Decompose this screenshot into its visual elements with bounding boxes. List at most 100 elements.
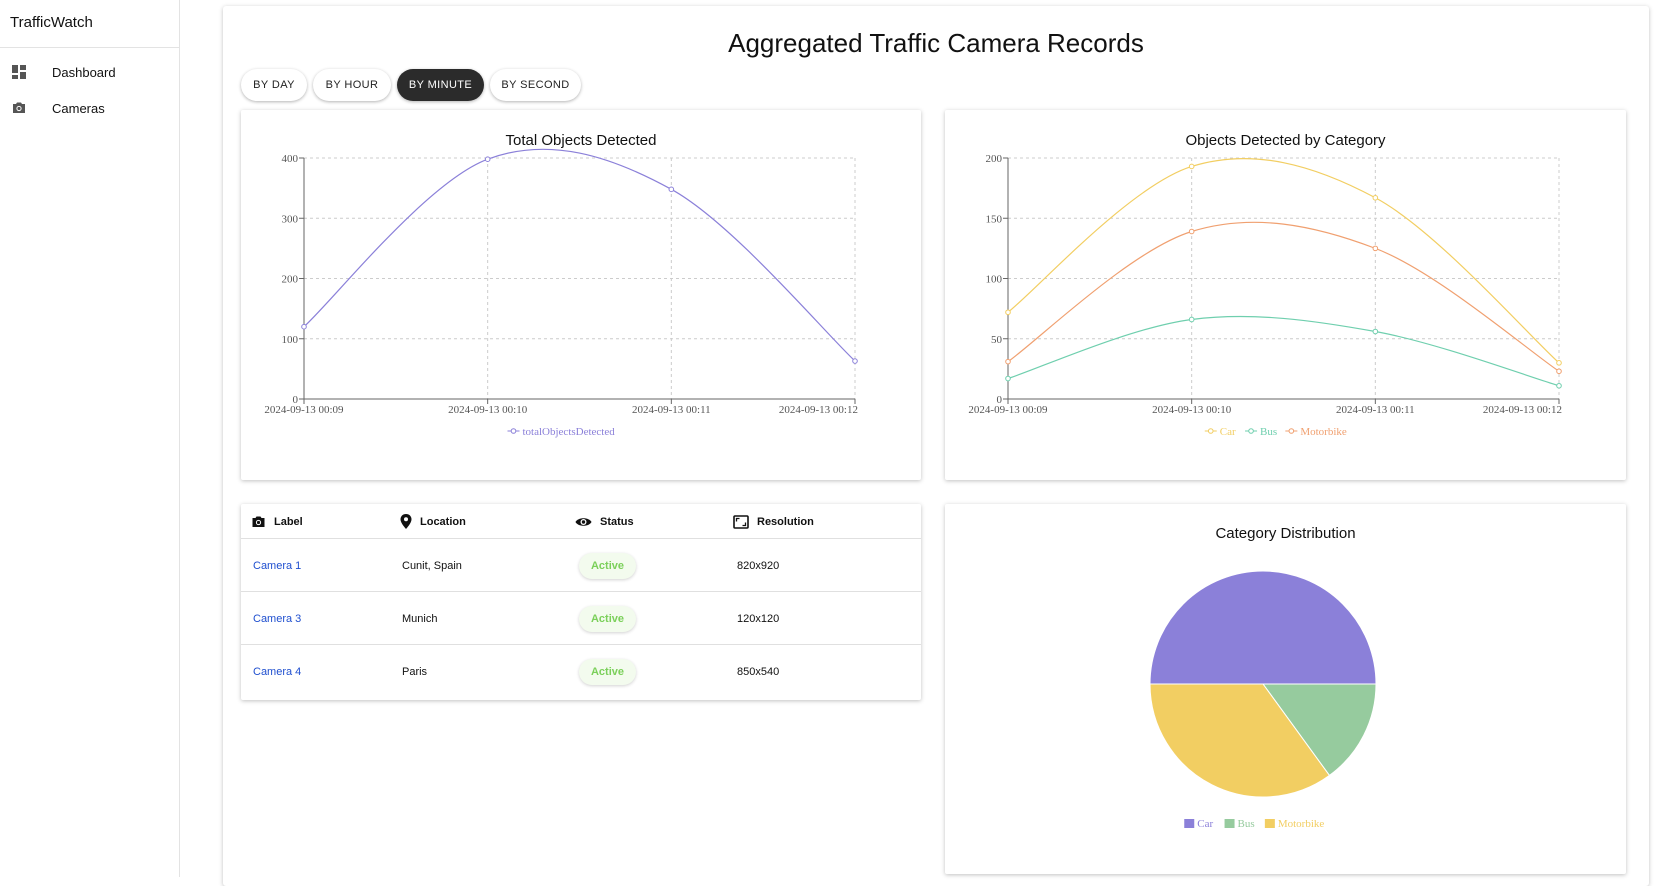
filter-by-second-button[interactable]: BY SECOND bbox=[490, 69, 581, 101]
objects-by-category-card: Objects Detected by Category 0 50 100 150 20… bbox=[945, 110, 1626, 480]
camera-resolution: 850x540 bbox=[737, 665, 780, 678]
legend-label: Bus bbox=[1238, 818, 1255, 830]
data-point bbox=[852, 358, 858, 364]
data-point bbox=[1005, 375, 1011, 382]
legend-marker bbox=[1248, 428, 1254, 434]
column-header-resolution[interactable]: Resolution bbox=[733, 504, 814, 539]
data-point bbox=[668, 186, 675, 193]
pie-slice bbox=[1149, 570, 1377, 685]
dashboard-icon bbox=[12, 65, 26, 79]
camera-link[interactable]: Camera 1 bbox=[253, 539, 301, 592]
data-point bbox=[1556, 360, 1562, 366]
column-header-label[interactable]: Label bbox=[251, 504, 303, 539]
y-tick-label: 200 bbox=[282, 274, 299, 286]
data-point bbox=[1188, 316, 1195, 323]
camera-link[interactable]: Camera 4 bbox=[253, 645, 301, 698]
column-header-location[interactable]: Location bbox=[400, 504, 466, 539]
sidebar-item-label: Dashboard bbox=[52, 64, 116, 80]
filter-by-hour-button[interactable]: BY HOUR bbox=[313, 69, 391, 101]
column-header-text: Label bbox=[274, 515, 303, 528]
sidebar-item-cameras[interactable]: Cameras bbox=[0, 90, 179, 126]
column-header-status[interactable]: Status bbox=[575, 504, 634, 539]
camera-location: Munich bbox=[402, 612, 438, 625]
column-header-text: Location bbox=[420, 515, 466, 528]
y-tick-label: 150 bbox=[986, 213, 1003, 225]
app-title: TrafficWatch bbox=[0, 0, 179, 48]
sidebar-item-dashboard[interactable]: Dashboard bbox=[0, 54, 179, 90]
x-tick-label: 2024-09-13 00:12 bbox=[779, 404, 858, 416]
camera-icon bbox=[13, 102, 25, 113]
series-line bbox=[1007, 221, 1560, 372]
y-tick-label: 200 bbox=[986, 153, 1003, 165]
data-point bbox=[1556, 382, 1562, 389]
data-point bbox=[1188, 163, 1195, 170]
legend-label: totalObjectsDetected bbox=[523, 426, 616, 438]
x-tick-label: 2024-09-13 00:12 bbox=[1483, 404, 1562, 416]
main-panel: Aggregated Traffic Camera Records BY DAY… bbox=[223, 6, 1649, 886]
status-badge: Active bbox=[579, 605, 636, 632]
x-tick-label: 2024-09-13 00:11 bbox=[1336, 404, 1415, 416]
y-tick-label: 300 bbox=[282, 213, 299, 225]
total-objects-card: Total Objects Detected 0 100 200 300 400 2024… bbox=[241, 110, 921, 480]
data-point bbox=[1005, 309, 1011, 316]
eye-icon bbox=[575, 517, 592, 526]
camera-link[interactable]: Camera 3 bbox=[253, 592, 301, 645]
camera-location: Paris bbox=[402, 665, 428, 678]
objects-by-category-chart: 0501001502002024-09-13 00:09 2024-09-13 0… bbox=[968, 153, 1562, 438]
table-row: Camera 4 Paris Active 850x540 bbox=[241, 645, 921, 698]
legend-marker bbox=[1288, 428, 1295, 434]
x-tick-label: 2024-09-13 00:09 bbox=[264, 404, 344, 416]
x-tick-label: 2024-09-13 00:10 bbox=[1152, 404, 1232, 416]
data-point bbox=[1556, 368, 1562, 375]
series-line bbox=[303, 148, 856, 362]
page-title: Aggregated Traffic Camera Records bbox=[728, 28, 1144, 58]
data-point bbox=[301, 323, 307, 330]
table-row: Camera 3 Munich Active 120x120 bbox=[241, 592, 921, 645]
cameras-table: Label Location Status Resolution Camera … bbox=[241, 504, 921, 700]
y-tick-label: 50 bbox=[991, 334, 1003, 346]
filter-by-day-button[interactable]: BY DAY bbox=[241, 69, 307, 101]
data-point bbox=[1372, 245, 1379, 252]
legend-marker bbox=[1184, 819, 1195, 828]
data-point bbox=[1188, 228, 1195, 235]
column-header-text: Resolution bbox=[757, 515, 814, 528]
sidebar-item-label: Cameras bbox=[52, 100, 105, 116]
x-tick-label: 2024-09-13 00:11 bbox=[632, 404, 711, 416]
table-header: Label Location Status Resolution bbox=[241, 504, 921, 539]
data-point bbox=[484, 156, 491, 163]
series-line bbox=[1007, 158, 1560, 364]
camera-resolution: 820x920 bbox=[737, 559, 780, 572]
data-point bbox=[1372, 328, 1379, 335]
legend-marker bbox=[1224, 819, 1235, 828]
status-badge: Active bbox=[579, 552, 636, 579]
legend-marker bbox=[1207, 428, 1214, 434]
legend-label: Motorbike bbox=[1278, 818, 1325, 830]
data-point bbox=[1372, 194, 1379, 201]
camera-resolution: 120x120 bbox=[737, 612, 780, 625]
x-tick-label: 2024-09-13 00:10 bbox=[448, 404, 528, 416]
sidebar: TrafficWatch Dashboard Cameras bbox=[0, 0, 180, 877]
camera-location: Cunit, Spain bbox=[402, 559, 462, 572]
category-distribution-card: Category Distribution Car Bus Motorbike bbox=[945, 504, 1626, 874]
legend-label: Bus bbox=[1260, 426, 1277, 438]
total-objects-chart: 01002003004002024-09-13 00:09 2024-09-13 … bbox=[264, 148, 858, 438]
y-tick-label: 100 bbox=[282, 334, 299, 346]
data-point bbox=[1005, 358, 1011, 365]
column-header-text: Status bbox=[600, 515, 634, 528]
y-tick-label: 400 bbox=[282, 153, 299, 165]
legend-label: Motorbike bbox=[1300, 426, 1347, 438]
legend-marker bbox=[510, 428, 517, 434]
filter-by-minute-button[interactable]: BY MINUTE bbox=[397, 69, 484, 101]
y-tick-label: 100 bbox=[986, 274, 1003, 286]
legend-marker bbox=[1264, 819, 1275, 828]
aspect-ratio-icon bbox=[733, 514, 749, 529]
status-badge: Active bbox=[579, 658, 636, 685]
location-pin-icon bbox=[400, 514, 412, 529]
camera-icon bbox=[252, 516, 265, 527]
x-tick-label: 2024-09-13 00:09 bbox=[968, 404, 1048, 416]
legend-label: Car bbox=[1197, 818, 1213, 830]
legend-label: Car bbox=[1220, 426, 1236, 438]
table-row: Camera 1 Cunit, Spain Active 820x920 bbox=[241, 539, 921, 592]
category-distribution-chart: Car Bus Motorbike bbox=[1149, 570, 1377, 830]
series-line bbox=[1007, 315, 1560, 387]
